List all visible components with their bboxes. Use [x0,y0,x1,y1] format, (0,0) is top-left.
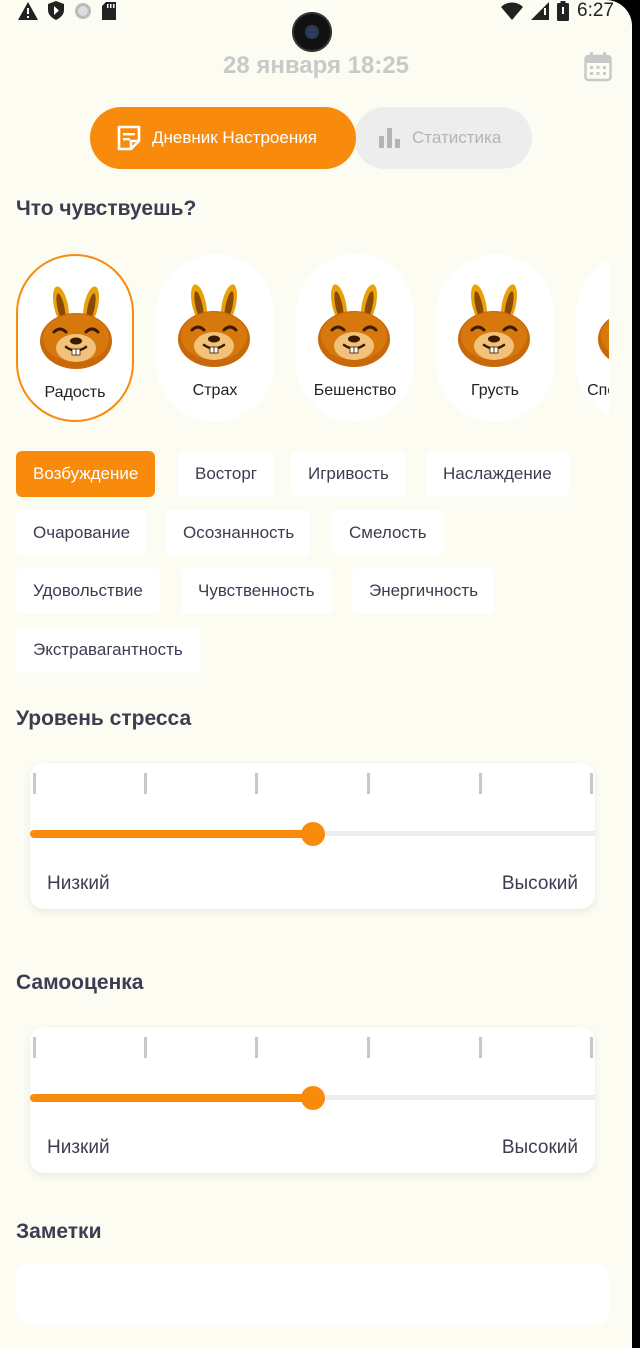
tab-statistics-label: Статистика [412,128,502,147]
calendar-icon[interactable] [584,52,612,82]
mood-card-sadness[interactable]: Грусть [436,254,554,422]
slider-tick [367,1037,370,1058]
slider-tick [144,773,147,794]
tab-bar: Дневник Настроения Статистика [90,107,532,169]
tag-chip[interactable]: Смелость [332,510,444,556]
mood-carousel[interactable]: Радость Страх Бешенство Грусть Спокойств… [16,254,609,422]
bunny-face-icon [456,284,532,369]
notes-title: Заметки [16,1220,102,1243]
stress-slider-card: Низкий Высокий [30,763,595,909]
mood-label: Страх [192,382,238,399]
warning-icon [18,1,38,20]
signal-icon [531,2,550,20]
notes-icon [117,125,141,151]
mood-label: Бешенство [313,382,397,399]
mood-section-title: Что чувствуешь? [16,197,197,220]
self-esteem-slider-card: Низкий Высокий [30,1027,595,1173]
bunny-face-icon [38,286,114,371]
wifi-icon [501,2,524,20]
tag-chip[interactable]: Очарование [16,510,148,556]
bunny-face-icon [316,284,392,369]
circle-icon [75,2,91,19]
slider-tick [479,1037,482,1058]
mood-card-calm[interactable]: Спокойствие [576,254,609,422]
tag-chip[interactable]: Восторг [178,451,274,497]
app-screen: 6:27 28 января 18:25 Дневник Настроения [0,0,632,1348]
tab-statistics[interactable]: Статистика [354,107,532,169]
bunny-face-icon [176,284,252,369]
shield-icon [48,1,64,20]
slider-tick [590,773,593,794]
slider-fill [30,830,313,838]
mood-card-fear[interactable]: Страх [156,254,274,422]
slider-high-label: Высокий [501,873,578,894]
stress-slider-thumb[interactable] [301,822,325,846]
slider-tick [144,1037,147,1058]
tag-chip[interactable]: Осознанность [166,510,312,556]
slider-low-label: Низкий [47,1137,110,1158]
slider-tick [367,773,370,794]
tag-chip[interactable]: Возбуждение [16,451,156,497]
tag-chip[interactable]: Наслаждение [426,451,569,497]
tag-chip[interactable]: Игривость [291,451,406,497]
mood-label: Грусть [471,382,519,399]
mood-label: Спокойствие [587,382,609,399]
tag-chip[interactable]: Удовольствие [16,568,160,614]
mood-card-joy[interactable]: Радость [16,254,134,422]
self-esteem-title: Самооценка [16,971,144,994]
sd-card-icon [102,1,116,20]
tag-chip[interactable]: Энергичность [352,568,496,614]
tag-chip[interactable]: Чувственность [181,568,332,614]
slider-fill [30,1094,313,1102]
status-icons-left [18,1,116,20]
self-esteem-slider-thumb[interactable] [301,1086,325,1110]
slider-tick [33,773,36,794]
tag-chip[interactable]: Экстравагантность [16,627,200,673]
status-time: 6:27 [577,0,614,21]
battery-icon [557,1,570,21]
slider-tick [479,773,482,794]
mood-card-rage[interactable]: Бешенство [296,254,414,422]
slider-low-label: Низкий [47,873,110,894]
tab-mood-diary-label: Дневник Настроения [152,128,317,147]
bar-chart-icon [379,128,400,148]
slider-tick [590,1037,593,1058]
entry-date[interactable]: 28 января 18:25 [0,52,632,80]
slider-tick [255,773,258,794]
mood-label: Радость [44,384,106,401]
slider-tick [33,1037,36,1058]
slider-high-label: Высокий [501,1137,578,1158]
notes-input[interactable] [16,1263,609,1325]
tab-mood-diary[interactable]: Дневник Настроения [90,107,356,169]
slider-tick [255,1037,258,1058]
front-camera [292,12,332,52]
bunny-face-icon [596,284,609,369]
stress-title: Уровень стресса [16,707,192,730]
status-icons-right: 6:27 [501,0,614,22]
